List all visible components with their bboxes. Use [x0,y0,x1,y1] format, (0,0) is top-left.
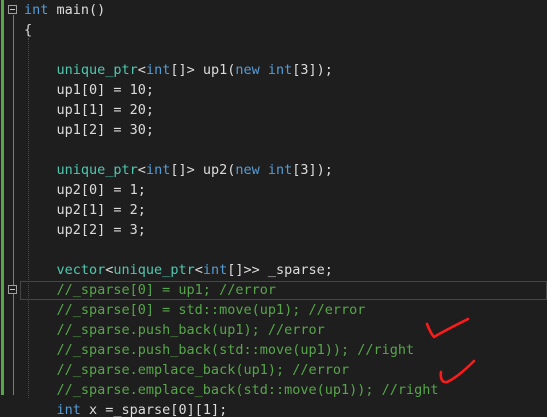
code-token: unique_ptr [113,262,195,278]
code-token: //_sparse[0] = std::move(up1); //error [24,302,366,318]
code-editor[interactable]: int main(){ unique_ptr<int[]> up1(new in… [0,0,547,417]
checkmark-ink-1 [425,317,470,339]
code-token: up2[2] = 3; [24,222,146,238]
fold-toggle-icon[interactable] [8,285,17,294]
code-line[interactable]: //_sparse.push_back(up1); //error [24,320,325,340]
code-line[interactable]: //_sparse.push_back(std::move(up1)); //r… [24,340,415,360]
code-token: unique_ptr [24,162,138,178]
code-line[interactable]: up2[0] = 1; [24,180,146,200]
code-line[interactable]: up1[2] = 30; [24,120,155,140]
code-token: main() [48,2,106,18]
code-token: < [194,262,203,278]
code-token: new [235,162,260,178]
code-token: up2[1] = 2; [24,202,146,218]
outline-guide [13,15,14,395]
code-line[interactable]: //_sparse[0] = std::move(up1); //error [24,300,366,320]
code-token: []> up2( [170,162,236,178]
code-token: //_sparse.emplace_back(up1); //error [24,362,350,378]
code-line[interactable]: up1[1] = 20; [24,100,155,120]
change-marker [1,0,4,20]
code-token: up1[1] = 20; [24,102,155,118]
code-token: unique_ptr [24,62,138,78]
code-token: vector [24,262,106,278]
code-line[interactable]: unique_ptr<int[]> up1(new int[3]); [24,60,333,80]
code-line[interactable]: up1[0] = 10; [24,80,155,100]
checkmark-ink-2 [439,359,476,384]
code-token: int [145,162,171,178]
code-token: //_sparse.push_back(up1); //error [24,322,325,338]
code-token: [3]); [292,62,333,78]
code-line[interactable]: vector<unique_ptr<int[]>> _sparse; [24,260,333,280]
code-token: int [202,262,228,278]
code-line[interactable]: up2[2] = 3; [24,220,146,240]
code-token: //_sparse.emplace_back(std::move(up1)); … [24,382,439,398]
code-line[interactable]: unique_ptr<int[]> up2(new int[3]); [24,160,333,180]
change-marker [1,20,4,395]
code-line[interactable]: up2[1] = 2; [24,200,146,220]
code-token: int [24,2,49,18]
code-line[interactable]: int main() [24,0,105,20]
code-token: x =_sparse[0][1]; [80,402,228,417]
code-token: [3]); [292,162,333,178]
code-line[interactable]: { [24,20,32,40]
code-token: int [56,402,81,417]
code-token: < [137,162,146,178]
indent-guide [28,38,29,398]
code-token: up1[0] = 10; [24,82,155,98]
code-token: []> up1( [170,62,236,78]
code-token: //_sparse.push_back(std::move(up1)); //r… [24,342,415,358]
code-token: new [235,62,260,78]
code-line[interactable]: int x =_sparse[0][1]; [24,400,228,417]
code-token: { [24,22,33,38]
code-token: int [267,62,293,78]
code-token: up1[2] = 30; [24,122,155,138]
code-token: int [267,162,293,178]
code-token: int [145,62,171,78]
fold-toggle-icon[interactable] [8,5,17,14]
code-token: up2[0] = 1; [24,182,146,198]
code-line[interactable]: //_sparse.emplace_back(up1); //error [24,360,350,380]
code-token: < [137,62,146,78]
code-token: []>> _sparse; [227,262,333,278]
current-line-highlight [20,281,547,300]
code-line[interactable]: //_sparse.emplace_back(std::move(up1)); … [24,380,439,400]
